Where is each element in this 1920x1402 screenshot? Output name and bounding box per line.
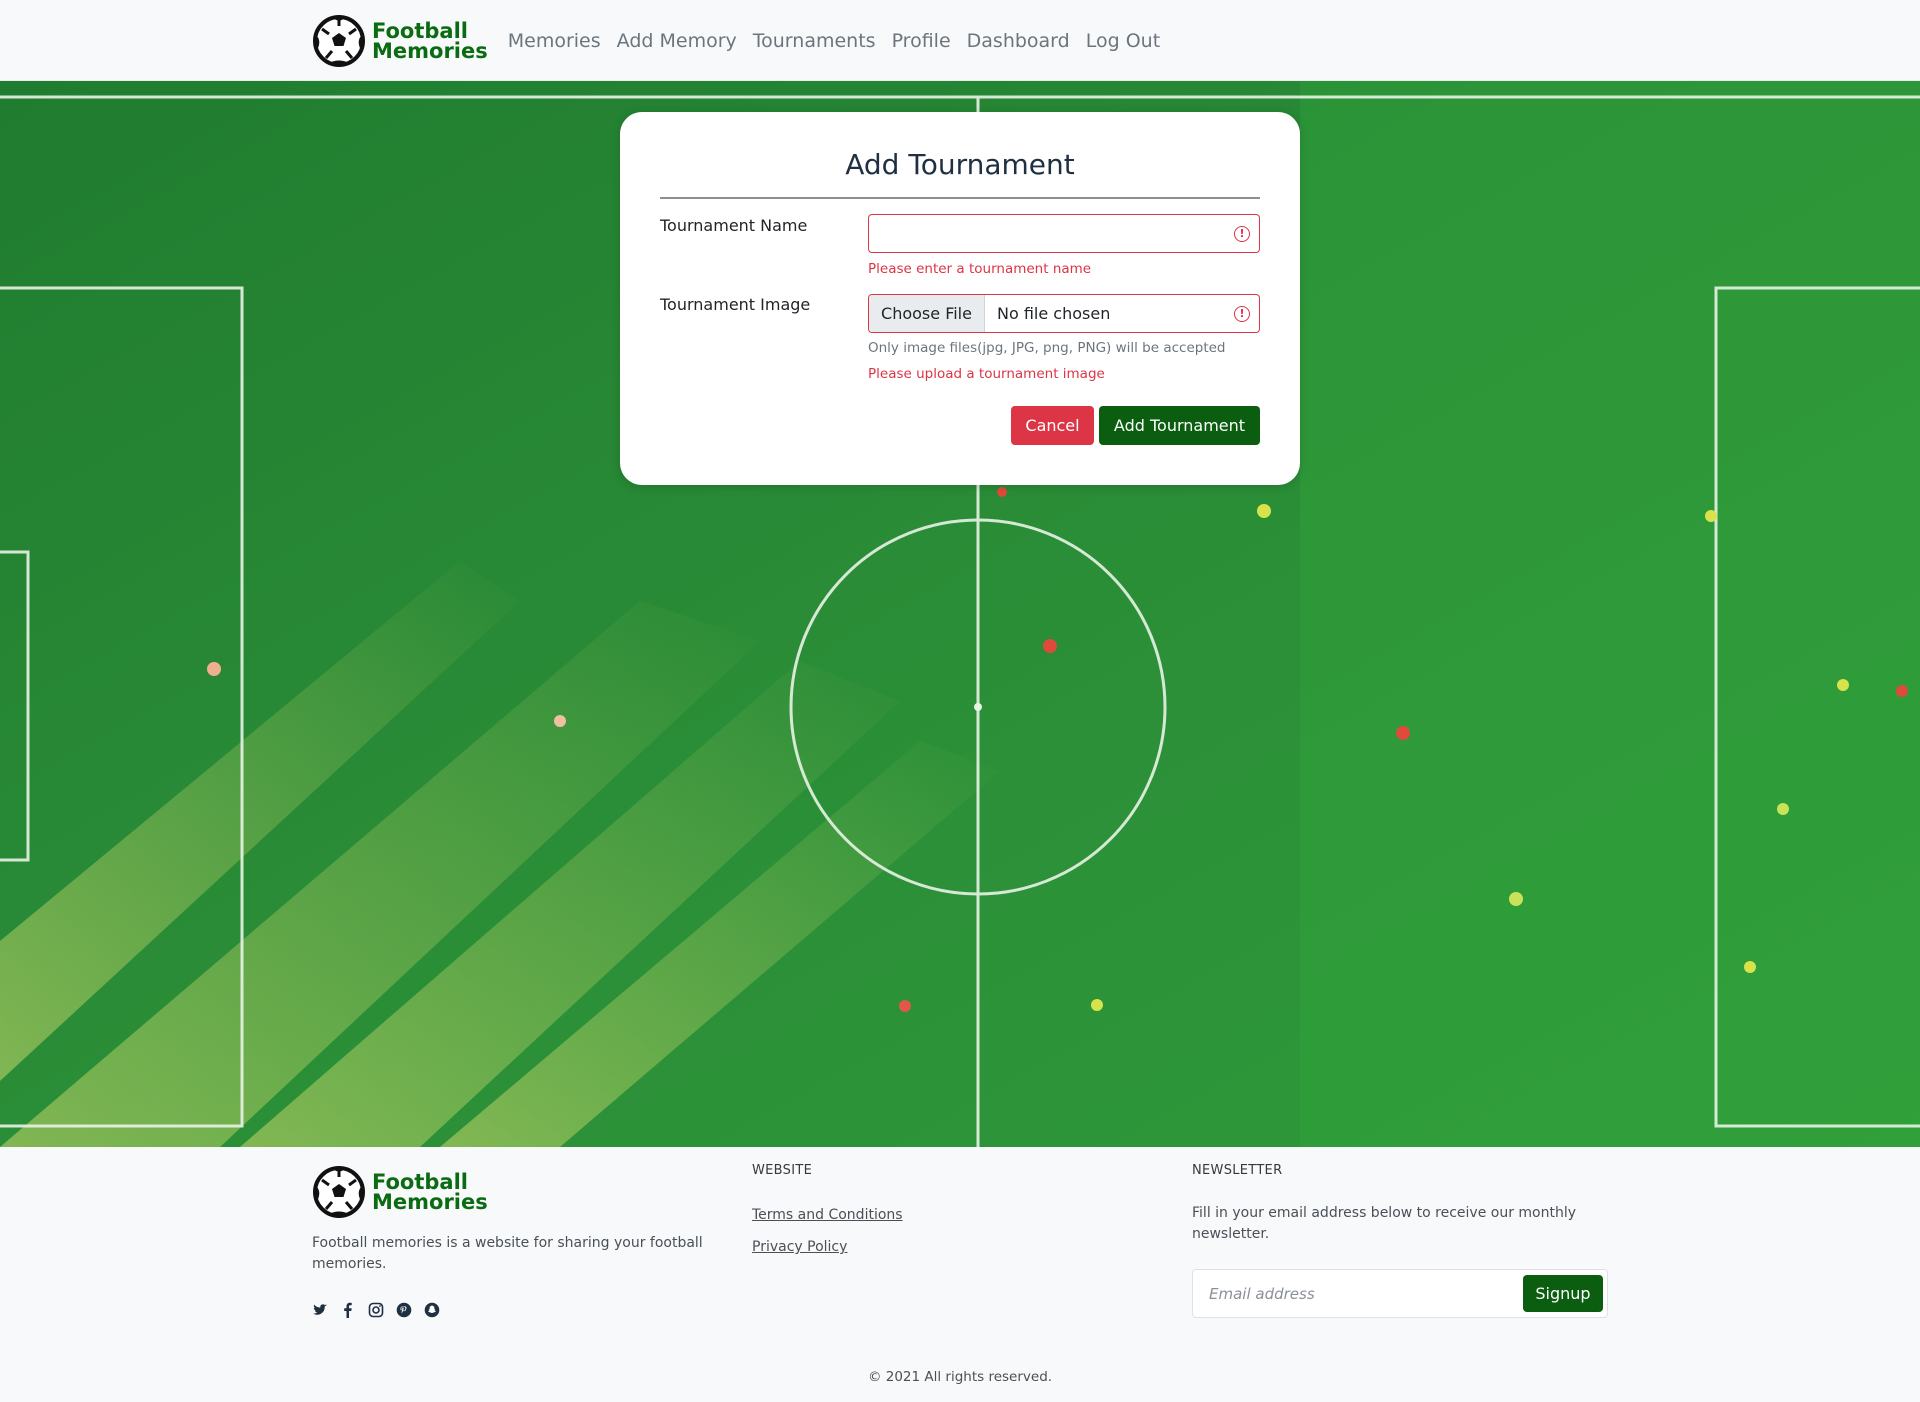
signup-button[interactable]: Signup — [1523, 1275, 1603, 1312]
footer-brand[interactable]: Football Memories — [312, 1165, 488, 1219]
footer-brand-line2: Memories — [372, 1190, 488, 1214]
soccer-ball-icon — [313, 1166, 365, 1218]
social-links — [312, 1302, 452, 1318]
choose-file-button[interactable]: Choose File — [869, 295, 985, 332]
navbar: Football Memories Memories Add Memory To… — [0, 0, 1920, 81]
tournament-name-input[interactable]: ! — [868, 214, 1260, 253]
nav-link-dashboard[interactable]: Dashboard — [967, 30, 1070, 52]
newsletter-form: Signup — [1192, 1269, 1608, 1318]
pitch-background: Add Tournament Tournament Name ! Please … — [0, 81, 1920, 1147]
facebook-icon[interactable] — [340, 1302, 356, 1318]
terms-link[interactable]: Terms and Conditions — [752, 1207, 903, 1223]
footer-description: Football memories is a website for shari… — [312, 1235, 703, 1272]
instagram-icon[interactable] — [368, 1302, 384, 1318]
tournament-image-label: Tournament Image — [660, 295, 811, 314]
tournament-name-label: Tournament Name — [660, 216, 808, 235]
brand-line2: Memories — [372, 38, 488, 63]
copyright: © 2021 All rights reserved. — [867, 1369, 1053, 1385]
brand-link[interactable]: Football Memories — [312, 14, 488, 68]
add-tournament-button[interactable]: Add Tournament — [1099, 406, 1260, 445]
snapchat-icon[interactable] — [424, 1302, 440, 1318]
footer-brand-line1: Football — [372, 1170, 468, 1194]
add-tournament-card: Add Tournament Tournament Name ! Please … — [620, 112, 1300, 485]
nav-link-add-memory[interactable]: Add Memory — [617, 30, 737, 52]
error-icon: ! — [1234, 226, 1250, 242]
image-help-text: Only image files(jpg, JPG, png, PNG) wil… — [868, 340, 1226, 356]
tournament-name-error: Please enter a tournament name — [868, 261, 1092, 277]
privacy-link[interactable]: Privacy Policy — [752, 1239, 847, 1255]
soccer-ball-icon — [313, 14, 365, 67]
newsletter-heading: NEWSLETTER — [1192, 1163, 1283, 1178]
tournament-image-error: Please upload a tournament image — [868, 366, 1105, 382]
brand-line1: Football — [372, 18, 468, 43]
nav-link-tournaments[interactable]: Tournaments — [753, 30, 876, 52]
file-status: No file chosen — [997, 304, 1111, 323]
pinterest-icon[interactable] — [396, 1302, 412, 1318]
website-heading: WEBSITE — [752, 1163, 813, 1178]
nav-link-log-out[interactable]: Log Out — [1086, 30, 1160, 52]
twitter-icon[interactable] — [312, 1302, 328, 1318]
email-input[interactable] — [1194, 1271, 1514, 1316]
newsletter-text: Fill in your email address below to rece… — [1192, 1205, 1577, 1242]
nav-link-memories[interactable]: Memories — [508, 30, 601, 52]
nav-link-profile[interactable]: Profile — [892, 30, 951, 52]
error-icon: ! — [1234, 306, 1250, 322]
footer: Football Memories Football memories is a… — [0, 1147, 1920, 1402]
form-title: Add Tournament — [845, 148, 1075, 181]
tournament-image-file-input[interactable]: Choose File No file chosen ! — [868, 294, 1260, 333]
cancel-button[interactable]: Cancel — [1011, 406, 1094, 445]
title-divider — [660, 197, 1260, 199]
